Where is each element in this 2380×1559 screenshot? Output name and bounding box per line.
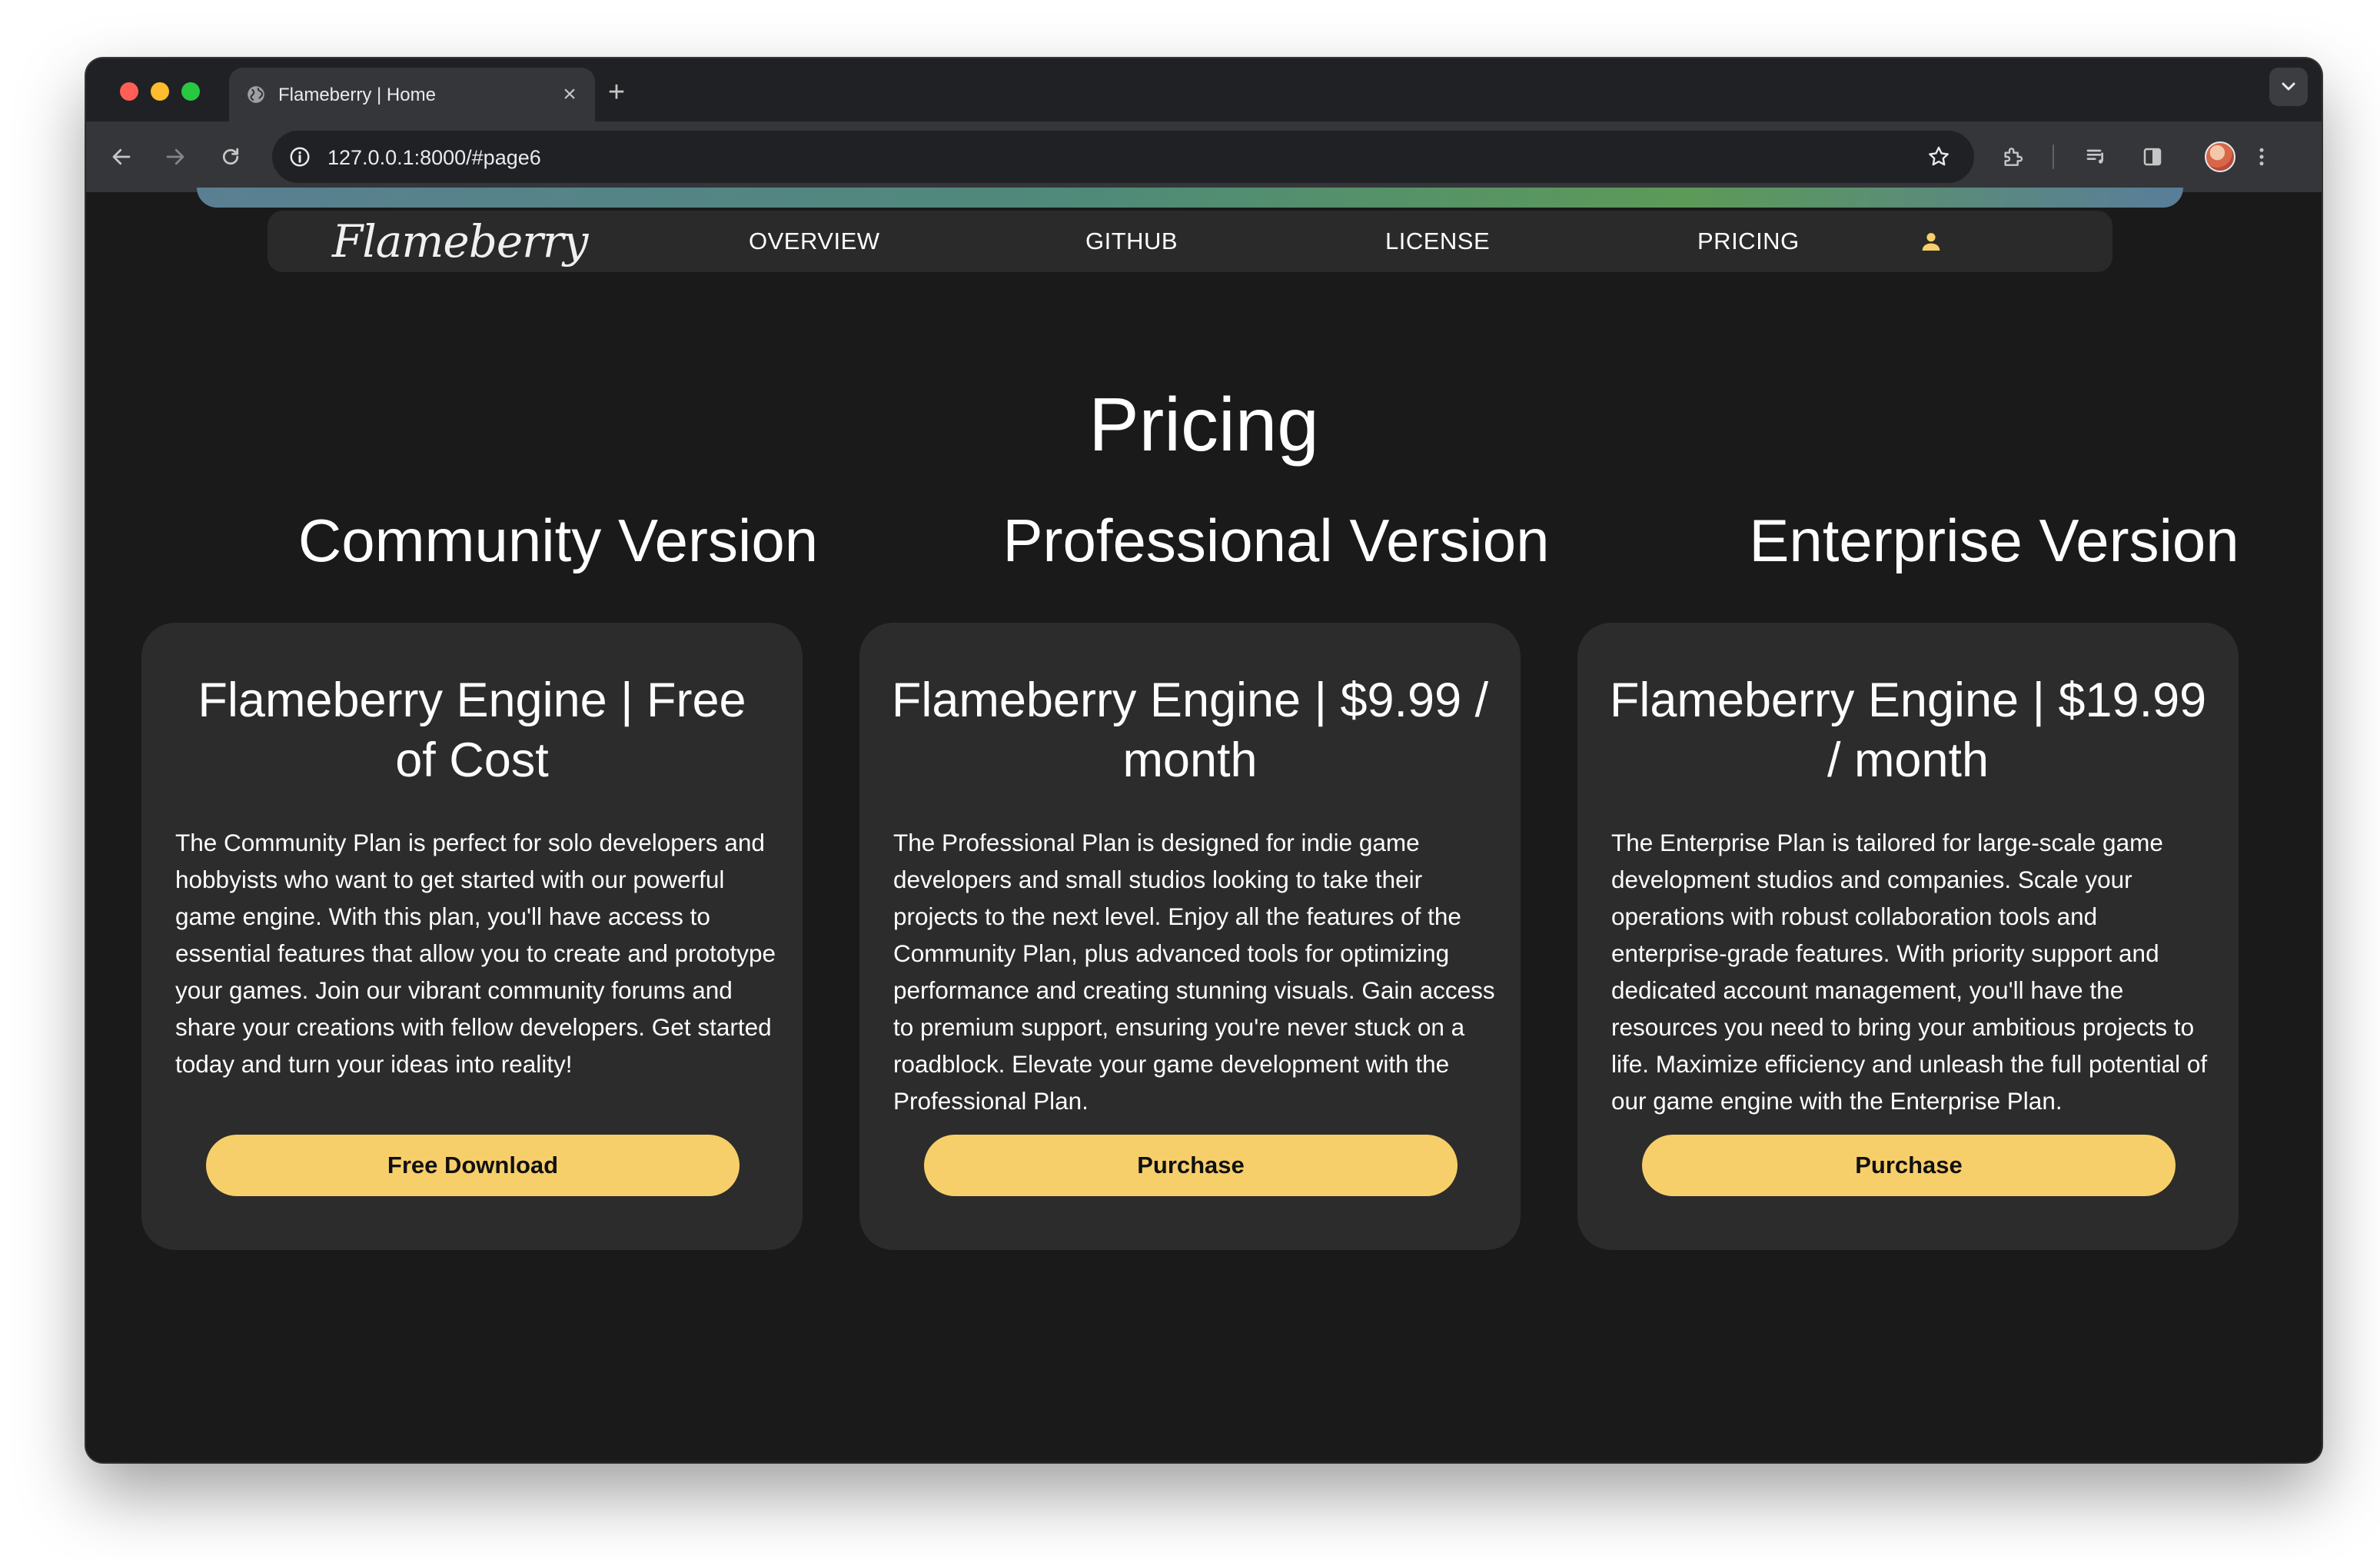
professional-plan-card: Flameberry Engine | $9.99 / month The Pr… bbox=[859, 623, 1521, 1250]
enterprise-plan-card: Flameberry Engine | $19.99 / month The E… bbox=[1577, 623, 2239, 1250]
nav-pricing[interactable]: PRICING bbox=[1697, 228, 1800, 255]
reload-icon bbox=[222, 148, 239, 165]
url-text[interactable]: 127.0.0.1:8000/#page6 bbox=[327, 146, 541, 170]
reload-button[interactable] bbox=[212, 138, 249, 175]
profile-avatar[interactable] bbox=[2205, 141, 2235, 172]
tab-strip: Flameberry | Home × + bbox=[86, 58, 2322, 121]
address-bar[interactable]: 127.0.0.1:8000/#page6 bbox=[272, 131, 1974, 183]
site-navbar: Flameberry OVERVIEW GITHUB LICENSE PRICI… bbox=[268, 211, 2112, 272]
globe-favicon bbox=[248, 86, 264, 103]
brand-logo[interactable]: Flameberry bbox=[332, 215, 588, 268]
tab-search-button[interactable] bbox=[2269, 68, 2308, 106]
tab-title: Flameberry | Home bbox=[278, 85, 436, 105]
media-control-button[interactable] bbox=[2079, 138, 2116, 175]
community-plan-card: Flameberry Engine | Free of Cost The Com… bbox=[141, 623, 803, 1250]
browser-toolbar: 127.0.0.1:8000/#page6 bbox=[86, 121, 2322, 192]
nav-github[interactable]: GITHUB bbox=[1085, 228, 1178, 255]
enterprise-version-title: Enterprise Version bbox=[1749, 507, 2239, 574]
extensions-button[interactable] bbox=[1994, 138, 2031, 175]
plan-description: The Enterprise Plan is tailored for larg… bbox=[1611, 829, 2208, 1115]
professional-version-title: Professional Version bbox=[1002, 507, 1550, 574]
plan-heading: Flameberry Engine | $19.99 / month bbox=[1609, 673, 2207, 787]
plan-heading: Flameberry Engine | $9.99 / month bbox=[891, 673, 1489, 787]
media-control-icon bbox=[2086, 149, 2103, 164]
plan-description: The Community Plan is perfect for solo d… bbox=[175, 829, 776, 1078]
back-button[interactable] bbox=[103, 138, 140, 175]
new-tab-button[interactable]: + bbox=[601, 77, 632, 108]
plan-heading: Flameberry Engine | Free of Cost bbox=[198, 673, 746, 787]
bookmark-star-icon bbox=[1929, 146, 1949, 166]
tab-search-chevron-icon bbox=[2282, 82, 2295, 91]
minimize-window-button[interactable] bbox=[151, 82, 169, 101]
browser-menu-button[interactable] bbox=[2243, 138, 2280, 175]
page-content: Flameberry OVERVIEW GITHUB LICENSE PRICI… bbox=[86, 188, 2322, 1462]
side-panel-button[interactable] bbox=[2134, 138, 2171, 175]
page-title: Pricing bbox=[1089, 382, 1319, 467]
nav-license[interactable]: LICENSE bbox=[1385, 228, 1490, 255]
nav-overview[interactable]: OVERVIEW bbox=[749, 228, 880, 255]
bookmark-button[interactable] bbox=[1925, 143, 1953, 171]
community-version-title: Community Version bbox=[298, 507, 819, 574]
site-info-button[interactable] bbox=[286, 143, 314, 171]
toolbar-separator bbox=[2053, 145, 2054, 169]
decorative-gradient-bar bbox=[197, 188, 2183, 208]
forward-arrow-icon bbox=[166, 148, 184, 165]
tab-close-icon[interactable]: × bbox=[557, 81, 583, 108]
free-download-button[interactable]: Free Download bbox=[206, 1135, 740, 1196]
maximize-window-button[interactable] bbox=[181, 82, 200, 101]
extensions-icon bbox=[2004, 148, 2023, 166]
close-window-button[interactable] bbox=[120, 82, 138, 101]
site-info-icon bbox=[290, 147, 310, 167]
forward-button[interactable] bbox=[157, 138, 194, 175]
plan-description: The Professional Plan is designed for in… bbox=[893, 829, 1495, 1115]
purchase-professional-button[interactable]: Purchase bbox=[924, 1135, 1458, 1196]
browser-tab[interactable]: Flameberry | Home × bbox=[229, 68, 595, 121]
back-arrow-icon bbox=[112, 148, 131, 165]
side-panel-icon bbox=[2143, 148, 2162, 166]
browser-window: Flameberry | Home × + 127.0.0.1:8000/#pa… bbox=[86, 58, 2322, 1462]
user-account-icon[interactable] bbox=[1919, 229, 1943, 254]
purchase-enterprise-button[interactable]: Purchase bbox=[1642, 1135, 2176, 1196]
kebab-menu-icon bbox=[2259, 148, 2264, 166]
